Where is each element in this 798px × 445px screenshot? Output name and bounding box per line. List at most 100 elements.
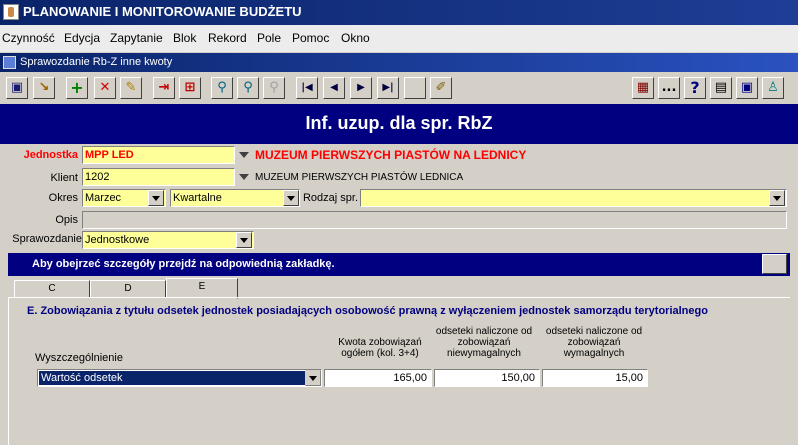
execute-query-button[interactable]: ⊞ xyxy=(179,77,201,99)
column-header-total-line1: Kwota zobowiązań xyxy=(338,337,422,348)
java-app-icon xyxy=(3,4,19,20)
user-icon: ♙ xyxy=(767,80,779,95)
total-amount-field[interactable]: 165,00 xyxy=(324,369,432,387)
previous-record-button[interactable]: ◀ xyxy=(323,77,345,99)
delete-record-button[interactable]: ✕ xyxy=(94,77,116,99)
menu-rekord[interactable]: Rekord xyxy=(208,31,247,45)
delete-record-icon: ✕ xyxy=(99,80,111,95)
menu-okno[interactable]: Okno xyxy=(341,31,370,45)
klient-label: Klient xyxy=(50,172,78,184)
search-next-button[interactable]: ⚲ xyxy=(237,77,259,99)
toolbar: ▣ ↘ + ✕ ✎ ⇥ ⊞ ⚲ ⚲ ⚲ |◀ ◀ ▶ ▶| ✐ ▦ ... ? … xyxy=(0,73,798,104)
rodzaj-select[interactable] xyxy=(360,189,787,207)
okres-label: Okres xyxy=(48,192,78,204)
item-select-value: Wartość odsetek xyxy=(39,371,305,385)
title-bar: PLANOWANIE I MONITOROWANIE BUDŻETU xyxy=(0,0,798,25)
item-select[interactable]: Wartość odsetek xyxy=(37,369,322,387)
tab-d[interactable]: D xyxy=(90,280,166,298)
column-header-mature-line2: zobowiązań xyxy=(567,337,621,348)
help-icon: ? xyxy=(690,78,700,97)
tab-e[interactable]: E xyxy=(166,278,238,299)
tab-c[interactable]: C xyxy=(14,280,90,298)
user-button[interactable]: ♙ xyxy=(762,77,784,99)
notes-icon: ✐ xyxy=(435,80,447,95)
execute-query-icon: ⊞ xyxy=(184,80,196,95)
sprawozdanie-dropdown-arrow[interactable] xyxy=(236,232,252,248)
mature-interest-field[interactable]: 15,00 xyxy=(542,369,648,387)
column-header-nonmature-line3: niewymagalnych xyxy=(447,348,521,359)
info-message: Aby obejrzeć szczegóły przejdź na odpowi… xyxy=(32,258,335,270)
column-header-total: Kwota zobowiązań ogółem (kol. 3+4) xyxy=(326,337,434,359)
okres-dropdown-arrow[interactable] xyxy=(148,190,164,206)
next-record-button[interactable]: ▶ xyxy=(350,77,372,99)
save-button[interactable]: ▣ xyxy=(6,77,28,99)
column-header-item: Wyszczególnienie xyxy=(35,352,123,364)
form-heading: Inf. uzup. dla spr. RbZ xyxy=(305,113,493,133)
first-record-button[interactable]: |◀ xyxy=(296,77,318,99)
form-banner: Inf. uzup. dla spr. RbZ xyxy=(0,104,798,144)
nonmature-interest-field[interactable]: 150,00 xyxy=(434,369,540,387)
column-header-mature-line3: wymagalnych xyxy=(563,348,625,359)
item-dropdown-arrow[interactable] xyxy=(305,370,321,386)
column-header-mature-line1: odseteki naliczone od xyxy=(545,326,643,337)
menu-pomoc[interactable]: Pomoc xyxy=(292,31,329,45)
more-icon: ... xyxy=(661,80,677,95)
opis-field[interactable] xyxy=(82,211,787,229)
blank-button[interactable] xyxy=(404,77,426,99)
menu-bar: Czynność Edycja Zapytanie Blok Rekord Po… xyxy=(0,25,798,52)
enter-query-button[interactable]: ⇥ xyxy=(153,77,175,99)
column-header-mature: odseteki naliczone od zobowiązań wymagal… xyxy=(538,326,650,359)
presentation-button[interactable]: ▦ xyxy=(632,77,654,99)
help-button[interactable]: ? xyxy=(684,77,706,99)
form-window-title-bar: Sprawozdanie Rb-Z inne kwoty xyxy=(0,53,798,72)
klient-lov-button[interactable] xyxy=(235,168,253,186)
enter-query-icon: ⇥ xyxy=(158,80,170,95)
calculator-button[interactable]: ▤ xyxy=(710,77,732,99)
column-header-nonmature-line1: odseteki naliczone od xyxy=(435,326,533,337)
info-button[interactable] xyxy=(762,254,787,274)
search-button[interactable]: ⚲ xyxy=(211,77,233,99)
next-record-icon: ▶ xyxy=(357,82,365,93)
klient-name: MUZEUM PIERWSZYCH PIASTÓW LEDNICA xyxy=(255,172,464,183)
previous-record-icon: ◀ xyxy=(330,82,338,93)
klient-field[interactable]: 1202 xyxy=(82,168,235,186)
search-next-icon: ⚲ xyxy=(243,80,253,95)
edit-button[interactable]: ✎ xyxy=(120,77,142,99)
exit-icon: ↘ xyxy=(38,80,50,95)
menu-czynnosc[interactable]: Czynność xyxy=(2,31,55,45)
window-icon: ▣ xyxy=(740,80,754,95)
edit-icon: ✎ xyxy=(125,80,137,95)
form-window-icon xyxy=(3,56,16,69)
presentation-icon: ▦ xyxy=(636,80,650,95)
sprawozdanie-label: Sprawozdanie xyxy=(12,233,82,245)
save-icon: ▣ xyxy=(10,80,24,95)
column-header-total-line2: ogółem (kol. 3+4) xyxy=(341,348,419,359)
jednostka-field[interactable]: MPP LED xyxy=(82,146,235,164)
menu-pole[interactable]: Pole xyxy=(257,31,281,45)
window-button[interactable]: ▣ xyxy=(736,77,758,99)
insert-record-button[interactable]: + xyxy=(66,77,88,99)
jednostka-lov-button[interactable] xyxy=(235,146,253,164)
period-type-dropdown-arrow[interactable] xyxy=(283,190,299,206)
column-header-nonmature: odseteki naliczone od zobowiązań niewyma… xyxy=(428,326,540,359)
rodzaj-dropdown-arrow[interactable] xyxy=(769,190,785,206)
opis-label: Opis xyxy=(55,214,78,226)
last-record-button[interactable]: ▶| xyxy=(377,77,399,99)
column-header-nonmature-line2: zobowiązań xyxy=(457,337,511,348)
search-disabled-button[interactable]: ⚲ xyxy=(263,77,285,99)
exit-button[interactable]: ↘ xyxy=(33,77,55,99)
jednostka-label: Jednostka xyxy=(23,149,78,161)
section-title: E. Zobowiązania z tytułu odsetek jednost… xyxy=(27,305,708,317)
menu-edycja[interactable]: Edycja xyxy=(64,31,100,45)
more-button[interactable]: ... xyxy=(658,77,680,99)
period-type-select[interactable]: Kwartalne xyxy=(170,189,300,207)
menu-zapytanie[interactable]: Zapytanie xyxy=(110,31,163,45)
menu-blok[interactable]: Blok xyxy=(173,31,196,45)
rodzaj-label: Rodzaj spr. xyxy=(302,192,358,204)
notes-button[interactable]: ✐ xyxy=(430,77,452,99)
calculator-icon: ▤ xyxy=(714,80,728,95)
search-icon: ⚲ xyxy=(217,80,227,95)
window-title: PLANOWANIE I MONITOROWANIE BUDŻETU xyxy=(23,4,302,19)
sprawozdanie-select[interactable]: Jednostkowe xyxy=(82,231,254,249)
search-disabled-icon: ⚲ xyxy=(269,80,279,95)
